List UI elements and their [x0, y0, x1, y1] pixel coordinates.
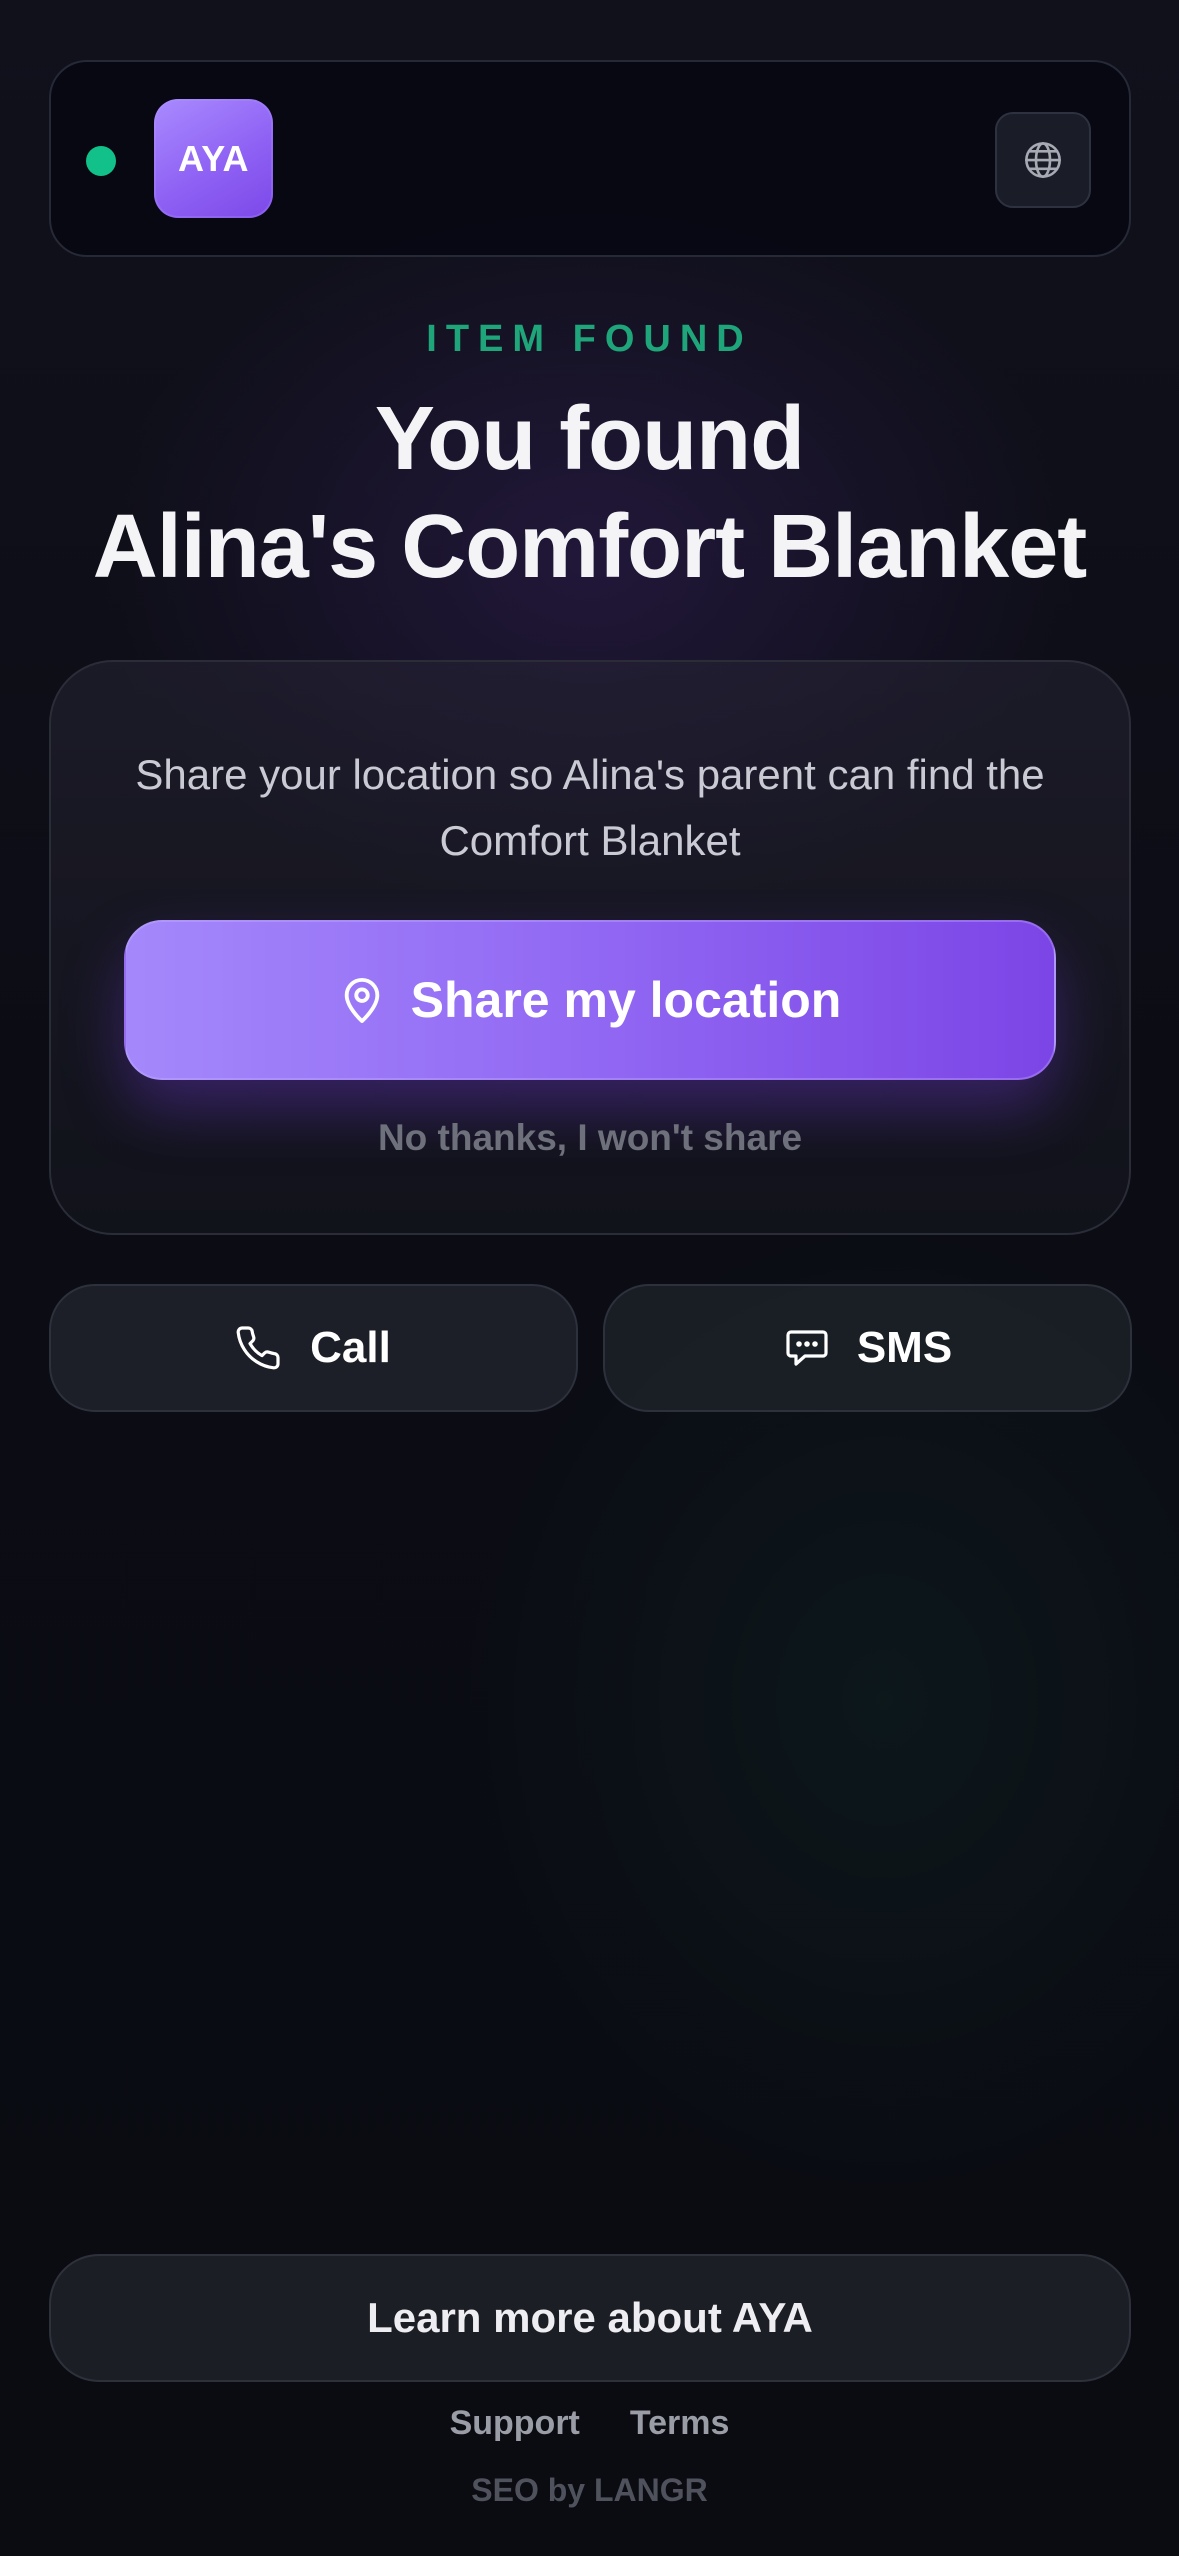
page-title: You found Alina's Comfort Blanket	[0, 385, 1179, 601]
share-location-button[interactable]: Share my location	[124, 920, 1056, 1080]
location-pin-icon	[339, 975, 385, 1025]
status-dot	[86, 146, 116, 176]
page: AYA ITEM FOUND You found Alina's Comfort…	[0, 0, 1179, 2556]
share-location-label: Share my location	[410, 972, 842, 1028]
call-button[interactable]: Call	[49, 1284, 578, 1412]
phone-icon	[236, 1324, 284, 1372]
item-found-label: ITEM FOUND	[426, 318, 753, 360]
top-bar: AYA	[49, 60, 1131, 257]
terms-link[interactable]: Terms	[630, 2404, 730, 2443]
location-card: Share your location so Alina's parent ca…	[49, 660, 1131, 1235]
aya-logo: AYA	[154, 99, 273, 218]
sms-label: SMS	[856, 1323, 953, 1372]
learn-more-button[interactable]: Learn more about AYA	[49, 2254, 1131, 2382]
location-message: Share your location so Alina's parent ca…	[135, 751, 1045, 864]
support-link[interactable]: Support	[450, 2404, 580, 2443]
chat-bubble-icon	[783, 1324, 831, 1372]
footer-links: Support Terms	[0, 2404, 1179, 2443]
language-button[interactable]	[995, 112, 1091, 208]
title-line-1: You found	[374, 389, 805, 489]
call-label: Call	[310, 1323, 391, 1372]
seo-credit: SEO by LANGR	[471, 2472, 708, 2508]
sms-button[interactable]: SMS	[603, 1284, 1132, 1412]
decline-share-link[interactable]: No thanks, I won't share	[51, 1117, 1129, 1159]
globe-icon	[1022, 139, 1064, 181]
title-line-2: Alina's Comfort Blanket	[92, 497, 1088, 597]
